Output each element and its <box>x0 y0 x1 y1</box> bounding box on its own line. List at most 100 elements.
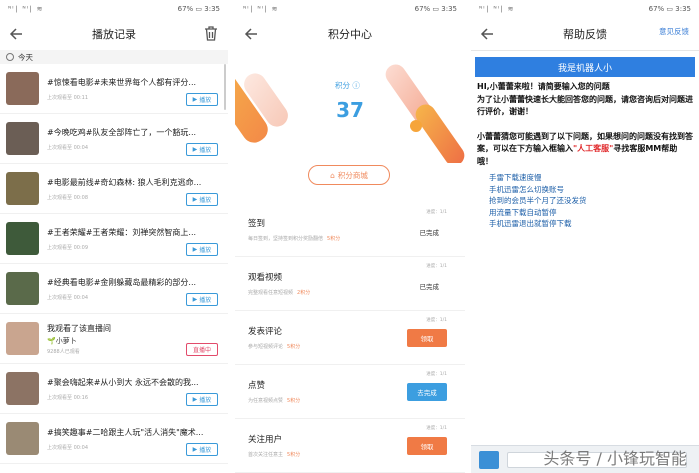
signal-icon: ᴺᴵ∣ ᴺᴵ∣ ≋ <box>243 4 279 13</box>
video-thumbnail[interactable] <box>6 222 39 255</box>
play-icon: ▶ <box>192 96 198 103</box>
history-item[interactable]: #搞笑趣事#二哈跟主人玩"活人消失"魔术... 上次观看至 00:04 ▶ 播放 <box>0 414 228 464</box>
task-desc: 完整观看任意短视频 2积分 <box>248 289 310 296</box>
task-row: 进度：1/1 发表评论 参与短视频评论 5积分 领取 <box>235 313 465 365</box>
points-hero: 积分 ⓘ 37 <box>235 50 465 163</box>
play-button[interactable]: ▶ 播放 <box>186 393 218 406</box>
play-button[interactable]: ▶ 播放 <box>186 243 218 256</box>
task-action-button[interactable]: 领取 <box>407 329 447 347</box>
history-item[interactable]: #惊悚看电影#未来世界每个人都有评分... 上次观看至 00:11 ▶ 播放 <box>0 64 228 114</box>
button-label: 播放 <box>199 97 212 104</box>
task-progress: 进度：1/1 <box>426 264 447 269</box>
task-action-label: 领取 <box>420 443 434 451</box>
today-label: 今天 <box>18 52 33 62</box>
history-item[interactable]: #电影最前线#奇幻森林: 狼人毛利克逃命... 上次观看至 00:08 ▶ 播放 <box>0 164 228 214</box>
trash-icon[interactable] <box>204 26 218 41</box>
task-points: 5积分 <box>287 344 301 350</box>
video-thumbnail[interactable] <box>6 372 39 405</box>
points-mall-label: 积分商城 <box>337 170 368 180</box>
task-progress: 进度：1/1 <box>426 426 447 431</box>
video-thumbnail[interactable] <box>6 172 39 205</box>
video-title: 我观看了该直播间 <box>47 323 111 333</box>
help-feedback-screen: ᴺᴵ∣ ᴺᴵ∣ ≋ 67% ▭ 3:35 帮助反馈 意见反馈 我是机器人小 HI… <box>471 0 699 473</box>
video-thumbnail[interactable] <box>6 72 39 105</box>
points-mall-button[interactable]: ⌂ 积分商城 <box>308 165 390 185</box>
video-thumbnail[interactable] <box>6 422 39 455</box>
faq-link[interactable]: 用流量下载自动暂停 <box>489 207 699 219</box>
divider <box>471 50 699 51</box>
battery-icon: ▭ <box>432 4 440 13</box>
scrollbar[interactable] <box>224 64 226 110</box>
play-icon: ▶ <box>192 446 198 453</box>
play-button[interactable]: ▶ 播放 <box>186 193 218 206</box>
task-action-button[interactable]: 去完成 <box>407 383 447 401</box>
button-label: 播放 <box>199 447 212 454</box>
battery-text: 67% <box>177 4 194 13</box>
faq-link[interactable]: 抢到的会员半个月了还没发货 <box>489 195 699 207</box>
clock-text: 3:35 <box>441 4 457 13</box>
page-title: 播放记录 <box>92 27 136 41</box>
play-button[interactable]: ▶ 播放 <box>186 93 218 106</box>
header: 积分中心 <box>235 17 465 50</box>
button-label: 直播中 <box>192 347 211 354</box>
task-action-button[interactable]: 领取 <box>407 437 447 455</box>
user-avatar-icon[interactable] <box>479 451 499 469</box>
task-desc: 每日签到，坚持签到积分奖励翻倍 5积分 <box>248 235 340 242</box>
play-icon: ▶ <box>192 246 198 253</box>
task-points: 5积分 <box>287 398 301 404</box>
task-status: 已完成 <box>419 283 440 291</box>
play-button[interactable]: ▶ 播放 <box>186 143 218 156</box>
watermark: 头条号 / 小锋玩智能 <box>543 449 687 468</box>
task-desc-text: 首次关注任意主 <box>248 452 284 458</box>
history-item[interactable]: #王者荣耀#王者荣耀：刘禅突然智商上... 上次观看至 00:09 ▶ 播放 <box>0 214 228 264</box>
playback-history-screen: ᴺᴵ∣ ᴺᴵ∣ ≋ 67% ▭ 3:35 播放记录 今天 #惊悚看电影#未来世界… <box>0 0 228 473</box>
task-row: 进度：1/1 关注用户 首次关注任意主 5积分 领取 <box>235 421 465 473</box>
battery-icon: ▭ <box>666 4 674 13</box>
task-name: 签到 <box>248 219 266 229</box>
task-name: 关注用户 <box>248 435 283 445</box>
task-row: 进度：1/1 签到 每日签到，坚持签到积分奖励翻倍 5积分 已完成 <box>235 205 465 257</box>
video-title: #电影最前线#奇幻森林: 狼人毛利克逃命... <box>47 177 202 187</box>
history-item[interactable]: #经典看电影#金刚躲藏岛最精彩的部分... 上次观看至 00:04 ▶ 播放 <box>0 264 228 314</box>
faq-link[interactable]: 手机迅雷退出就暂停下载 <box>489 218 699 230</box>
task-name: 点赞 <box>248 381 266 391</box>
feedback-link[interactable]: 意见反馈 <box>659 26 689 37</box>
battery-text: 67% <box>648 4 665 13</box>
video-title: #经典看电影#金刚躲藏岛最精彩的部分... <box>47 277 197 287</box>
points-label: 积分 ⓘ <box>335 81 360 90</box>
live-button[interactable]: 直播中 <box>186 343 218 356</box>
guess-text: 小蕾蕾猜您可能遇到了以下问题，如果想问的问题没有找到答案，可以在下方输入框输入"… <box>477 131 693 169</box>
task-desc-text: 参与短视频评论 <box>248 344 284 350</box>
status-bar: ᴺᴵ∣ ᴺᴵ∣ ≋ 67% ▭ 3:35 <box>0 0 228 17</box>
play-icon: ▶ <box>192 396 198 403</box>
status-bar: ᴺᴵ∣ ᴺᴵ∣ ≋ 67% ▭ 3:35 <box>471 0 699 17</box>
task-progress: 进度：1/1 <box>426 372 447 377</box>
date-group-header: 今天 <box>0 50 228 64</box>
history-item[interactable]: #聚会嗨起来#从小到大 永远不会散的我... 上次观看至 00:16 ▶ 播放 <box>0 364 228 414</box>
history-item[interactable]: 我观看了该直播间 🌱小萝卜 9288人已观看 直播中 <box>0 314 228 364</box>
faq-link[interactable]: 手机迅雷怎么切换账号 <box>489 184 699 196</box>
task-row: 进度：1/1 点赞 为任意视频点赞 5积分 去完成 <box>235 367 465 419</box>
play-button[interactable]: ▶ 播放 <box>186 293 218 306</box>
video-thumbnail[interactable] <box>6 322 39 355</box>
task-name: 发表评论 <box>248 327 283 337</box>
intro-text: HI,小蕾蕾来啦！请简要输入您的问题 为了让小蕾蕾快速长大能回答您的问题，请您咨… <box>477 82 693 116</box>
task-row: 进度：1/1 观看视频 完整观看任意短视频 2积分 已完成 <box>235 259 465 311</box>
task-desc-text: 完整观看任意短视频 <box>248 290 294 296</box>
status-bar: ᴺᴵ∣ ᴺᴵ∣ ≋ 67% ▭ 3:35 <box>235 0 465 17</box>
task-desc: 为任意视频点赞 5积分 <box>248 397 300 404</box>
video-thumbnail[interactable] <box>6 272 39 305</box>
video-thumbnail[interactable] <box>6 122 39 155</box>
task-progress: 进度：1/1 <box>426 210 447 215</box>
task-action-label: 去完成 <box>417 389 437 397</box>
history-item[interactable]: #今晚吃鸡#队友全部阵亡了，一个豁玩... 上次观看至 00:04 ▶ 播放 <box>0 114 228 164</box>
play-icon: ▶ <box>192 296 198 303</box>
play-button[interactable]: ▶ 播放 <box>186 443 218 456</box>
task-action-label: 领取 <box>420 335 434 343</box>
faq-link[interactable]: 手雷下载速度慢 <box>489 172 699 184</box>
button-label: 播放 <box>199 197 212 204</box>
bot-message: HI,小蕾蕾来啦！请简要输入您的问题 为了让小蕾蕾快速长大能回答您的问题，请您咨… <box>471 77 699 172</box>
video-title: #今晚吃鸡#队友全部阵亡了，一个豁玩... <box>47 127 197 137</box>
task-points: 5积分 <box>327 236 341 242</box>
clock-icon <box>6 53 14 61</box>
